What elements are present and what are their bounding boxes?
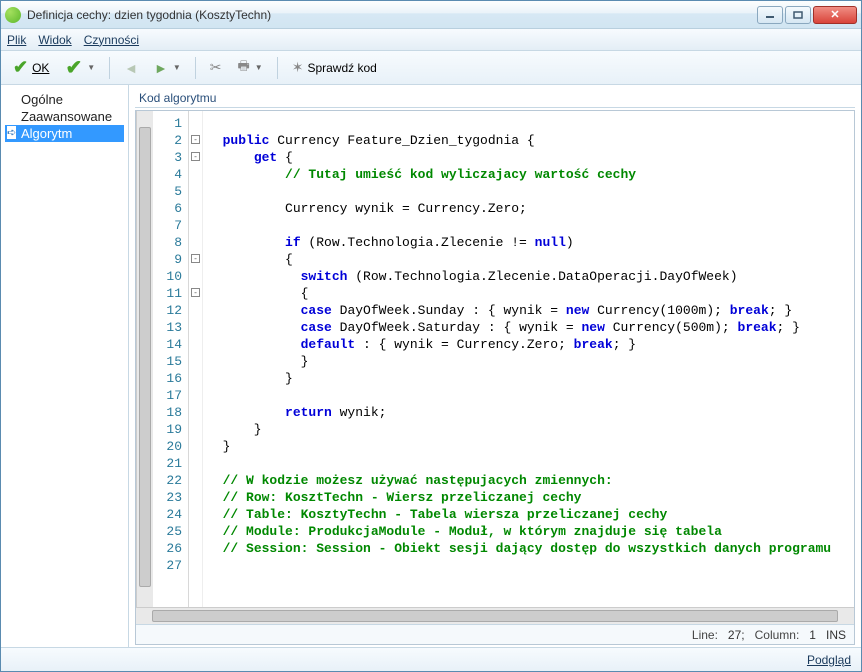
gear-icon: ✶ [292,59,304,76]
menu-view[interactable]: Widok [38,33,71,47]
titlebar[interactable]: Definicja cechy: dzien tygodnia (KosztyT… [1,1,861,29]
sidebar-item-advanced[interactable]: Zaawansowane [5,108,124,125]
code-editor[interactable]: 1234567891011121314151617181920212223242… [135,110,855,645]
dropdown-icon: ▼ [255,63,263,72]
minimize-button[interactable] [757,6,783,24]
column-value: 1 [809,628,816,642]
horizontal-scrollbar[interactable] [136,607,854,624]
fold-column[interactable]: -- - - [189,111,203,607]
vertical-scrollbar[interactable] [136,111,153,607]
tools-button[interactable]: ✂ [204,55,228,81]
arrow-left-icon: ◄ [124,60,138,76]
check-code-label: Sprawdź kod [307,61,376,75]
line-label: Line: [692,628,718,642]
sidebar: Ogólne Zaawansowane Algorytm [1,85,129,647]
menu-actions[interactable]: Czynności [84,33,139,47]
app-icon [5,7,21,23]
tools-icon: ✂ [210,59,222,76]
line-gutter: 1234567891011121314151617181920212223242… [153,111,189,607]
insert-mode: INS [826,628,846,642]
content-panel: Kod algorytmu 12345678910111213141516171… [129,85,861,647]
window-title: Definicja cechy: dzien tygodnia (KosztyT… [27,8,757,22]
preview-link[interactable]: Podgląd [807,653,851,667]
sidebar-item-general[interactable]: Ogólne [5,91,124,108]
ok-button[interactable]: ✔ OK [7,55,55,81]
separator [109,57,110,79]
nav-forward-button[interactable]: ►▼ [148,55,187,81]
nav-back-button[interactable]: ◄ [118,55,144,81]
editor-label: Kod algorytmu [135,89,855,108]
separator [195,57,196,79]
arrow-right-icon: ► [154,60,168,76]
print-button[interactable]: 🖶▼ [232,55,269,81]
close-button[interactable]: ✕ [813,6,857,24]
check-code-button[interactable]: ✶ Sprawdź kod [286,55,383,81]
dropdown-icon: ▼ [87,63,95,72]
toolbar: ✔ OK ✔ ▼ ◄ ►▼ ✂ 🖶▼ ✶ Sprawdź kod [1,51,861,85]
dropdown-icon: ▼ [173,63,181,72]
check-icon: ✔ [13,57,28,78]
sidebar-item-algorithm[interactable]: Algorytm [5,125,124,142]
menubar: Plik Widok Czynności [1,29,861,51]
editor-statusbar: Line: 27; Column: 1 INS [136,624,854,644]
code-area[interactable]: public Currency Feature_Dzien_tygodnia {… [203,111,854,607]
main-area: Ogólne Zaawansowane Algorytm Kod algoryt… [1,85,861,647]
bottom-bar: Podgląd [1,647,861,671]
line-value: 27; [728,628,745,642]
maximize-button[interactable] [785,6,811,24]
check-icon: ✔ [65,55,82,80]
separator [277,57,278,79]
menu-file[interactable]: Plik [7,33,26,47]
ok-label: OK [32,61,49,75]
printer-icon: 🖶 [238,57,250,79]
column-label: Column: [755,628,800,642]
app-window: Definicja cechy: dzien tygodnia (KosztyT… [0,0,862,672]
apply-button[interactable]: ✔ ▼ [59,55,101,81]
